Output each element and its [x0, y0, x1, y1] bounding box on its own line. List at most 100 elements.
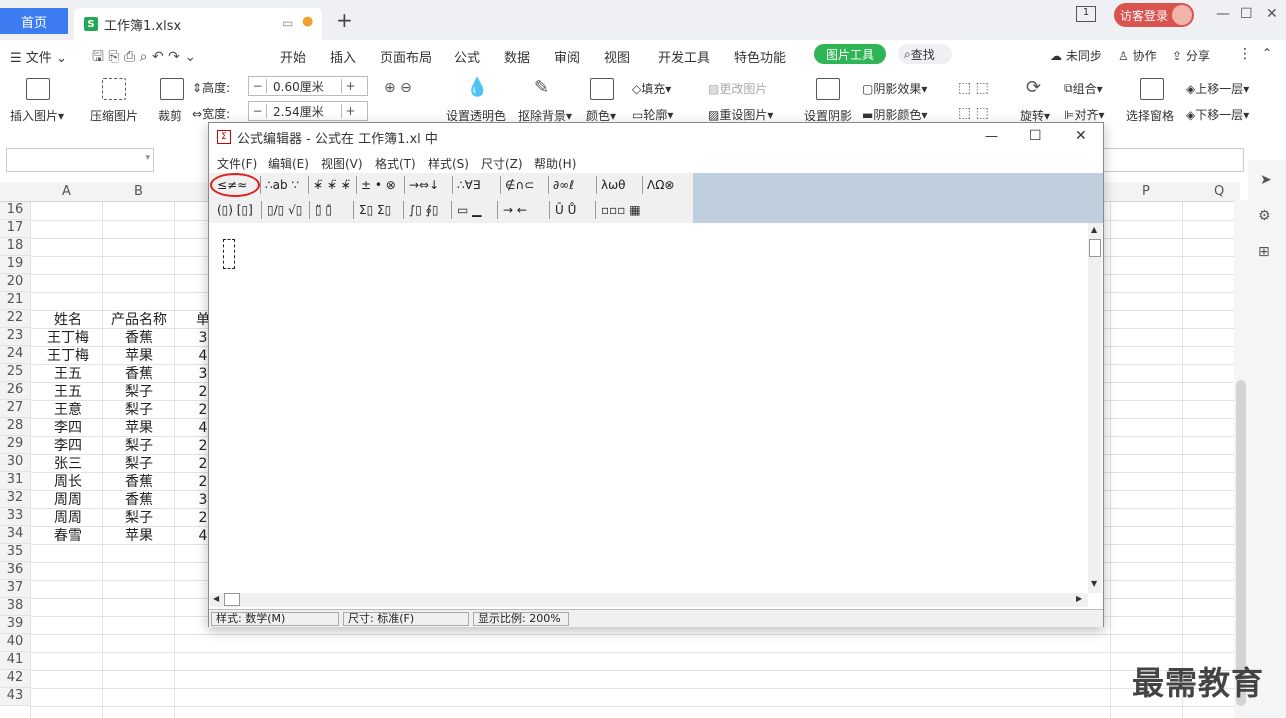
- login-button[interactable]: 访客登录: [1114, 3, 1194, 27]
- row-header[interactable]: 38: [0, 598, 30, 616]
- dialog-vertical-scrollbar[interactable]: ▲ ▼: [1088, 223, 1102, 593]
- dialog-maximize-button[interactable]: ☐: [1029, 128, 1042, 144]
- share-button[interactable]: ⇪ 分享: [1172, 47, 1210, 64]
- menu-developer[interactable]: 开发工具: [658, 47, 710, 66]
- symbol-palette-button[interactable]: ∉∩⊂: [505, 174, 534, 196]
- row-header[interactable]: 23: [0, 328, 30, 346]
- ratio-icons[interactable]: ⊕ ⊖: [384, 80, 412, 96]
- cell-product[interactable]: 梨子: [104, 509, 174, 527]
- row-header[interactable]: 33: [0, 508, 30, 526]
- row-header[interactable]: 22: [0, 310, 30, 328]
- dialog-horizontal-thumb[interactable]: [224, 593, 240, 606]
- row-header[interactable]: 27: [0, 400, 30, 418]
- compress-button[interactable]: 压缩图片: [90, 107, 138, 124]
- row-header[interactable]: 16: [0, 202, 30, 220]
- cell-name[interactable]: 李四: [36, 419, 100, 437]
- height-decrement[interactable]: −: [249, 79, 267, 93]
- row-header[interactable]: 17: [0, 220, 30, 238]
- insert-picture-button[interactable]: 插入图片 ▾: [10, 107, 64, 124]
- row-header[interactable]: 30: [0, 454, 30, 472]
- shadow-effect-button[interactable]: ▢ 阴影效果 ▾: [862, 80, 927, 97]
- layout-icon[interactable]: ⊞: [1258, 244, 1270, 260]
- height-value[interactable]: 0.60厘米: [267, 78, 341, 95]
- column-header-a[interactable]: A: [62, 184, 71, 199]
- equation-input-slot[interactable]: [223, 239, 235, 269]
- cell-product[interactable]: 苹果: [104, 527, 174, 545]
- tab-workbook[interactable]: S 工作簿1.xlsx ▭ ●: [74, 8, 322, 40]
- page-indicator[interactable]: 1: [1076, 6, 1096, 22]
- name-box[interactable]: ▾: [6, 148, 154, 172]
- row-header[interactable]: 25: [0, 364, 30, 382]
- row-header[interactable]: 24: [0, 346, 30, 364]
- close-button[interactable]: ✕: [1266, 6, 1278, 22]
- minimize-button[interactable]: —: [1216, 6, 1230, 22]
- cell-name[interactable]: 王丁梅: [36, 329, 100, 347]
- row-header[interactable]: 37: [0, 580, 30, 598]
- height-increment[interactable]: +: [341, 79, 359, 93]
- dialog-menu-view[interactable]: 视图(V): [321, 155, 363, 172]
- cell-product[interactable]: 梨子: [104, 383, 174, 401]
- width-value[interactable]: 2.54厘米: [267, 103, 341, 120]
- cell-name[interactable]: 王五: [36, 365, 100, 383]
- template-palette-button[interactable]: Σ▯ Σ▯: [359, 199, 391, 221]
- outline-button[interactable]: ▭ 轮廓 ▾: [632, 106, 673, 123]
- row-header[interactable]: 26: [0, 382, 30, 400]
- symbol-palette-button[interactable]: ± • ⊗: [361, 174, 396, 196]
- row-header[interactable]: 36: [0, 562, 30, 580]
- change-picture-button[interactable]: ▨ 更改图片: [708, 80, 767, 97]
- dialog-vertical-thumb[interactable]: [1089, 239, 1101, 257]
- tab-picture-tools[interactable]: 图片工具: [814, 44, 886, 64]
- file-menu[interactable]: ☰ 文件 ⌄: [10, 47, 67, 66]
- cell-product[interactable]: 梨子: [104, 437, 174, 455]
- formula-input[interactable]: [1102, 148, 1244, 172]
- collab-button[interactable]: ♙ 协作: [1118, 47, 1157, 64]
- dialog-menu-style[interactable]: 样式(S): [428, 155, 469, 172]
- width-increment[interactable]: +: [341, 104, 359, 118]
- chevron-down-icon[interactable]: ▾: [145, 153, 150, 163]
- select-pane-button[interactable]: 选择窗格: [1126, 107, 1174, 124]
- cell-name[interactable]: 春雪: [36, 527, 100, 545]
- cell-name[interactable]: 王丁梅: [36, 347, 100, 365]
- row-header[interactable]: 42: [0, 670, 30, 688]
- row-header[interactable]: 31: [0, 472, 30, 490]
- symbol-palette-button[interactable]: →⇔↓: [409, 174, 439, 196]
- cell-product[interactable]: 梨子: [104, 401, 174, 419]
- menu-insert[interactable]: 插入: [330, 47, 356, 66]
- template-palette-button[interactable]: ▯̈ ▯̄: [315, 199, 332, 221]
- symbol-palette-button[interactable]: ∴∀∃: [457, 174, 480, 196]
- symbol-palette-button[interactable]: λωθ: [601, 174, 626, 196]
- dialog-menu-help[interactable]: 帮助(H): [534, 155, 576, 172]
- symbol-palette-button[interactable]: ∴ab ∵: [265, 174, 299, 196]
- template-palette-button[interactable]: (▯) [▯]: [217, 199, 253, 221]
- row-header[interactable]: 21: [0, 292, 30, 310]
- new-tab-button[interactable]: +: [336, 8, 353, 32]
- fill-button[interactable]: ◇ 填充 ▾: [632, 80, 671, 97]
- row-header[interactable]: 18: [0, 238, 30, 256]
- search-button[interactable]: ⌕ 查找: [898, 44, 952, 64]
- cell-name[interactable]: 周长: [36, 473, 100, 491]
- collapse-ribbon-icon[interactable]: ⌃: [1262, 46, 1272, 60]
- row-header[interactable]: 40: [0, 634, 30, 652]
- template-palette-button[interactable]: ∫▯ ∮▯: [409, 199, 439, 221]
- row-header[interactable]: 41: [0, 652, 30, 670]
- scroll-up-icon[interactable]: ▲: [1091, 225, 1097, 234]
- dialog-menu-format[interactable]: 格式(T): [375, 155, 416, 172]
- row-header[interactable]: 43: [0, 688, 30, 706]
- group-button[interactable]: ⧉ 组合 ▾: [1064, 80, 1103, 97]
- cell-product[interactable]: 香蕉: [104, 365, 174, 383]
- dialog-close-button[interactable]: ✕: [1075, 128, 1087, 144]
- crop-button[interactable]: 裁剪: [158, 107, 182, 124]
- column-header-q[interactable]: Q: [1214, 184, 1224, 199]
- row-header[interactable]: 35: [0, 544, 30, 562]
- template-palette-button[interactable]: → ←: [503, 199, 527, 221]
- row-header[interactable]: 28: [0, 418, 30, 436]
- cell-product[interactable]: 苹果: [104, 347, 174, 365]
- cell-name[interactable]: 张三: [36, 455, 100, 473]
- column-header-p[interactable]: P: [1142, 184, 1150, 199]
- row-header[interactable]: 32: [0, 490, 30, 508]
- shadow-nudge-icons-2[interactable]: ⬚ ⬚: [958, 105, 989, 121]
- template-palette-button[interactable]: ▭ ▁: [457, 199, 481, 221]
- tab-home[interactable]: 首页: [0, 8, 68, 34]
- symbol-palette-button[interactable]: ∂∞ℓ: [553, 174, 574, 196]
- width-stepper[interactable]: −2.54厘米 +: [248, 101, 368, 121]
